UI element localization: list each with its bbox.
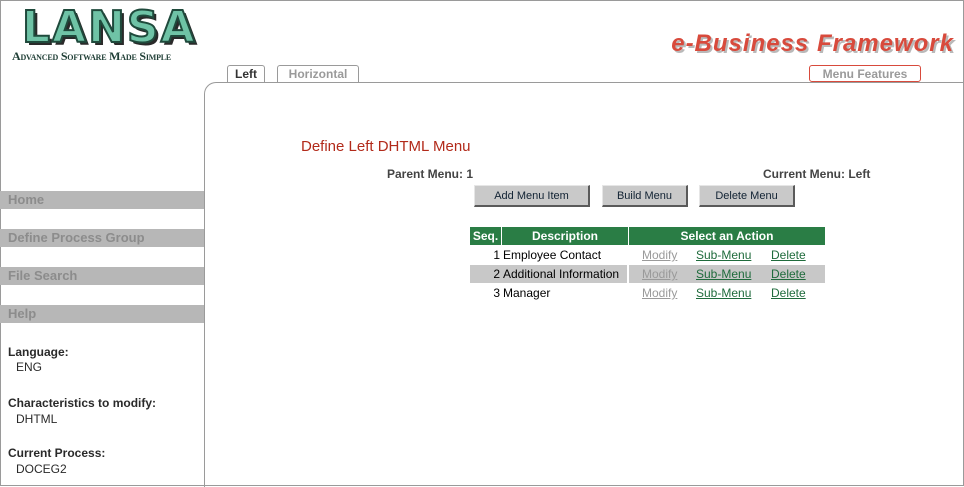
tab-left[interactable]: Left [227, 65, 265, 82]
table-row: 1 Employee Contact Modify Sub-Menu Delet… [470, 246, 825, 264]
table-header-description: Description [502, 227, 629, 245]
row-description: Employee Contact [503, 248, 602, 262]
modify-link[interactable]: Modify [642, 265, 677, 283]
row-seq: 2 [493, 267, 500, 281]
table-header-actions: Select an Action [629, 227, 825, 245]
menu-features-button[interactable]: Menu Features [809, 65, 921, 82]
parent-menu-text: Parent Menu: 1 [387, 167, 474, 181]
language-value: ENG [16, 360, 43, 374]
current-process-label: Current Process: [8, 446, 106, 460]
modify-link[interactable]: Modify [642, 246, 677, 264]
sidebar-item-define-process-group[interactable]: Define Process Group [0, 229, 204, 247]
page-title: Define Left DHTML Menu [301, 138, 471, 155]
delete-link[interactable]: Delete [771, 284, 806, 302]
sub-menu-link[interactable]: Sub-Menu [696, 265, 751, 283]
row-seq: 3 [493, 286, 500, 300]
sidebar-item-help[interactable]: Help [0, 305, 204, 323]
modify-link[interactable]: Modify [642, 284, 677, 302]
logo-wordmark: LANSA [21, 2, 197, 53]
characteristics-label: Characteristics to modify: [8, 396, 157, 410]
row-description: Additional Information [503, 265, 629, 283]
table-row: 2 Additional Information Modify Sub-Menu… [470, 265, 825, 283]
table-row: 3 Manager Modify Sub-Menu Delete [470, 284, 825, 302]
delete-menu-button[interactable]: Delete Menu [699, 185, 795, 207]
row-seq: 1 [493, 248, 500, 262]
add-menu-item-button[interactable]: Add Menu Item [474, 185, 590, 207]
tab-horizontal[interactable]: Horizontal [277, 65, 359, 82]
sidebar-item-home[interactable]: Home [0, 191, 204, 209]
delete-link[interactable]: Delete [771, 246, 806, 264]
current-process-value: DOCEG2 [16, 462, 67, 476]
logo-tagline: Advanced Software Made Simple [12, 49, 172, 63]
delete-link[interactable]: Delete [771, 265, 806, 283]
row-description: Manager [503, 286, 551, 300]
build-menu-button[interactable]: Build Menu [602, 185, 688, 207]
lansa-logo: LANSA Advanced Software Made Simple [10, 3, 196, 64]
sidebar-item-file-search[interactable]: File Search [0, 267, 204, 285]
table-header-seq: Seq. [470, 227, 502, 245]
characteristics-value: DHTML [16, 412, 58, 426]
language-label: Language: [8, 345, 69, 359]
brand-title: e-Business Framework [671, 30, 954, 57]
sub-menu-link[interactable]: Sub-Menu [696, 284, 751, 302]
sub-menu-link[interactable]: Sub-Menu [696, 246, 751, 264]
current-menu-text: Current Menu: Left [763, 167, 871, 181]
